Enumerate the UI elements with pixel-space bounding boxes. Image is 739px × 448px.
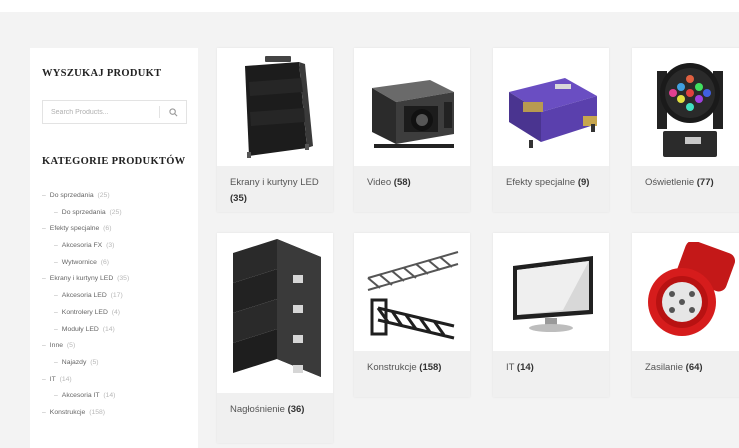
card-name: Konstrukcje — [367, 362, 417, 373]
category-item[interactable]: – Do sprzedania (25) — [42, 188, 129, 205]
category-item[interactable]: – Ekrany i kurtyny LED (35) — [42, 271, 129, 288]
category-item[interactable]: – Akcesoria FX (3) — [42, 238, 129, 255]
card-image[interactable] — [217, 233, 333, 393]
search-button[interactable] — [160, 101, 186, 123]
category-item[interactable]: – IT (14) — [42, 372, 129, 389]
card-image[interactable] — [493, 48, 609, 166]
card-image[interactable] — [354, 48, 470, 166]
card-caption[interactable]: IT (14) — [493, 351, 609, 397]
category-item[interactable]: – Najazdy (5) — [42, 355, 129, 372]
speaker-array-icon — [233, 239, 321, 377]
card-name: Zasilanie — [645, 362, 684, 373]
card-count: (77) — [696, 177, 714, 188]
card-count: (64) — [685, 362, 703, 373]
card-caption[interactable]: Oświetlenie (77) — [632, 166, 739, 212]
category-list: – Do sprzedania (25) – Do sprzedania (25) … — [42, 188, 129, 422]
card-image[interactable] — [493, 233, 609, 351]
card-count: (158) — [419, 362, 442, 373]
product-category-card[interactable]: IT (14) — [493, 233, 609, 397]
product-category-card[interactable]: Konstrukcje (158) — [354, 233, 470, 397]
card-image[interactable] — [217, 48, 333, 166]
category-item[interactable]: – Akcesoria IT (14) — [42, 388, 129, 405]
product-category-card[interactable]: Zasilanie (64) — [632, 233, 739, 397]
search-input[interactable] — [43, 101, 159, 123]
led-panel-icon — [245, 56, 313, 158]
card-image[interactable] — [632, 48, 739, 166]
card-caption[interactable]: Konstrukcje (158) — [354, 351, 470, 397]
category-item[interactable]: – Akcesoria LED (17) — [42, 288, 129, 305]
card-name: Nagłośnienie — [230, 404, 285, 415]
category-item[interactable]: – Inne (5) — [42, 338, 129, 355]
product-category-card[interactable]: Video (58) — [354, 48, 470, 212]
product-category-card[interactable]: Oświetlenie (77) — [632, 48, 739, 212]
categories-widget-title: KATEGORIE PRODUKTÓW — [42, 156, 186, 167]
card-caption[interactable]: Video (58) — [354, 166, 470, 212]
sidebar: WYSZUKAJ PRODUKT KATEGORIE PRODUKTÓW –Do… — [30, 48, 198, 448]
card-caption[interactable]: Ekrany i kurtyny LED (35) — [217, 166, 333, 212]
card-count: (36) — [287, 404, 305, 415]
card-name: Ekrany i kurtyny LED — [230, 177, 319, 188]
category-item[interactable]: – Efekty specjalne (6) — [42, 221, 129, 238]
card-name: Video — [367, 177, 392, 188]
card-image[interactable] — [354, 233, 470, 351]
category-item[interactable]: – Konstrukcje (158) — [42, 405, 129, 422]
card-image[interactable] — [632, 233, 739, 351]
power-plug-icon — [648, 242, 736, 336]
truss-icon — [367, 251, 459, 340]
top-bar — [0, 0, 739, 12]
card-caption[interactable]: Zasilanie (64) — [632, 351, 739, 397]
category-item[interactable]: – Wytwornice (6) — [42, 255, 129, 272]
monitor-icon — [513, 256, 593, 332]
moving-head-light-icon — [657, 63, 723, 157]
product-search-form — [42, 100, 187, 124]
fog-machine-icon — [509, 78, 597, 148]
card-count: (9) — [577, 177, 590, 188]
category-item[interactable]: – Kontrolery LED (4) — [42, 305, 129, 322]
card-name: Efekty specjalne — [506, 177, 576, 188]
card-count: (35) — [230, 193, 247, 204]
search-icon — [168, 107, 177, 116]
card-name: Oświetlenie — [645, 177, 695, 188]
product-category-card[interactable]: Ekrany i kurtyny LED (35) — [217, 48, 333, 212]
card-count: (14) — [516, 362, 534, 373]
search-widget-title: WYSZUKAJ PRODUKT — [42, 68, 162, 79]
category-item[interactable]: – Do sprzedania (25) — [42, 205, 129, 222]
projector-icon — [372, 80, 454, 148]
product-category-card[interactable]: Nagłośnienie (36) — [217, 233, 333, 443]
product-category-card[interactable]: Efekty specjalne (9) — [493, 48, 609, 212]
card-caption[interactable]: Efekty specjalne (9) — [493, 166, 609, 212]
card-count: (58) — [393, 177, 411, 188]
card-name: IT — [506, 362, 515, 373]
category-item[interactable]: – Moduły LED (14) — [42, 322, 129, 339]
